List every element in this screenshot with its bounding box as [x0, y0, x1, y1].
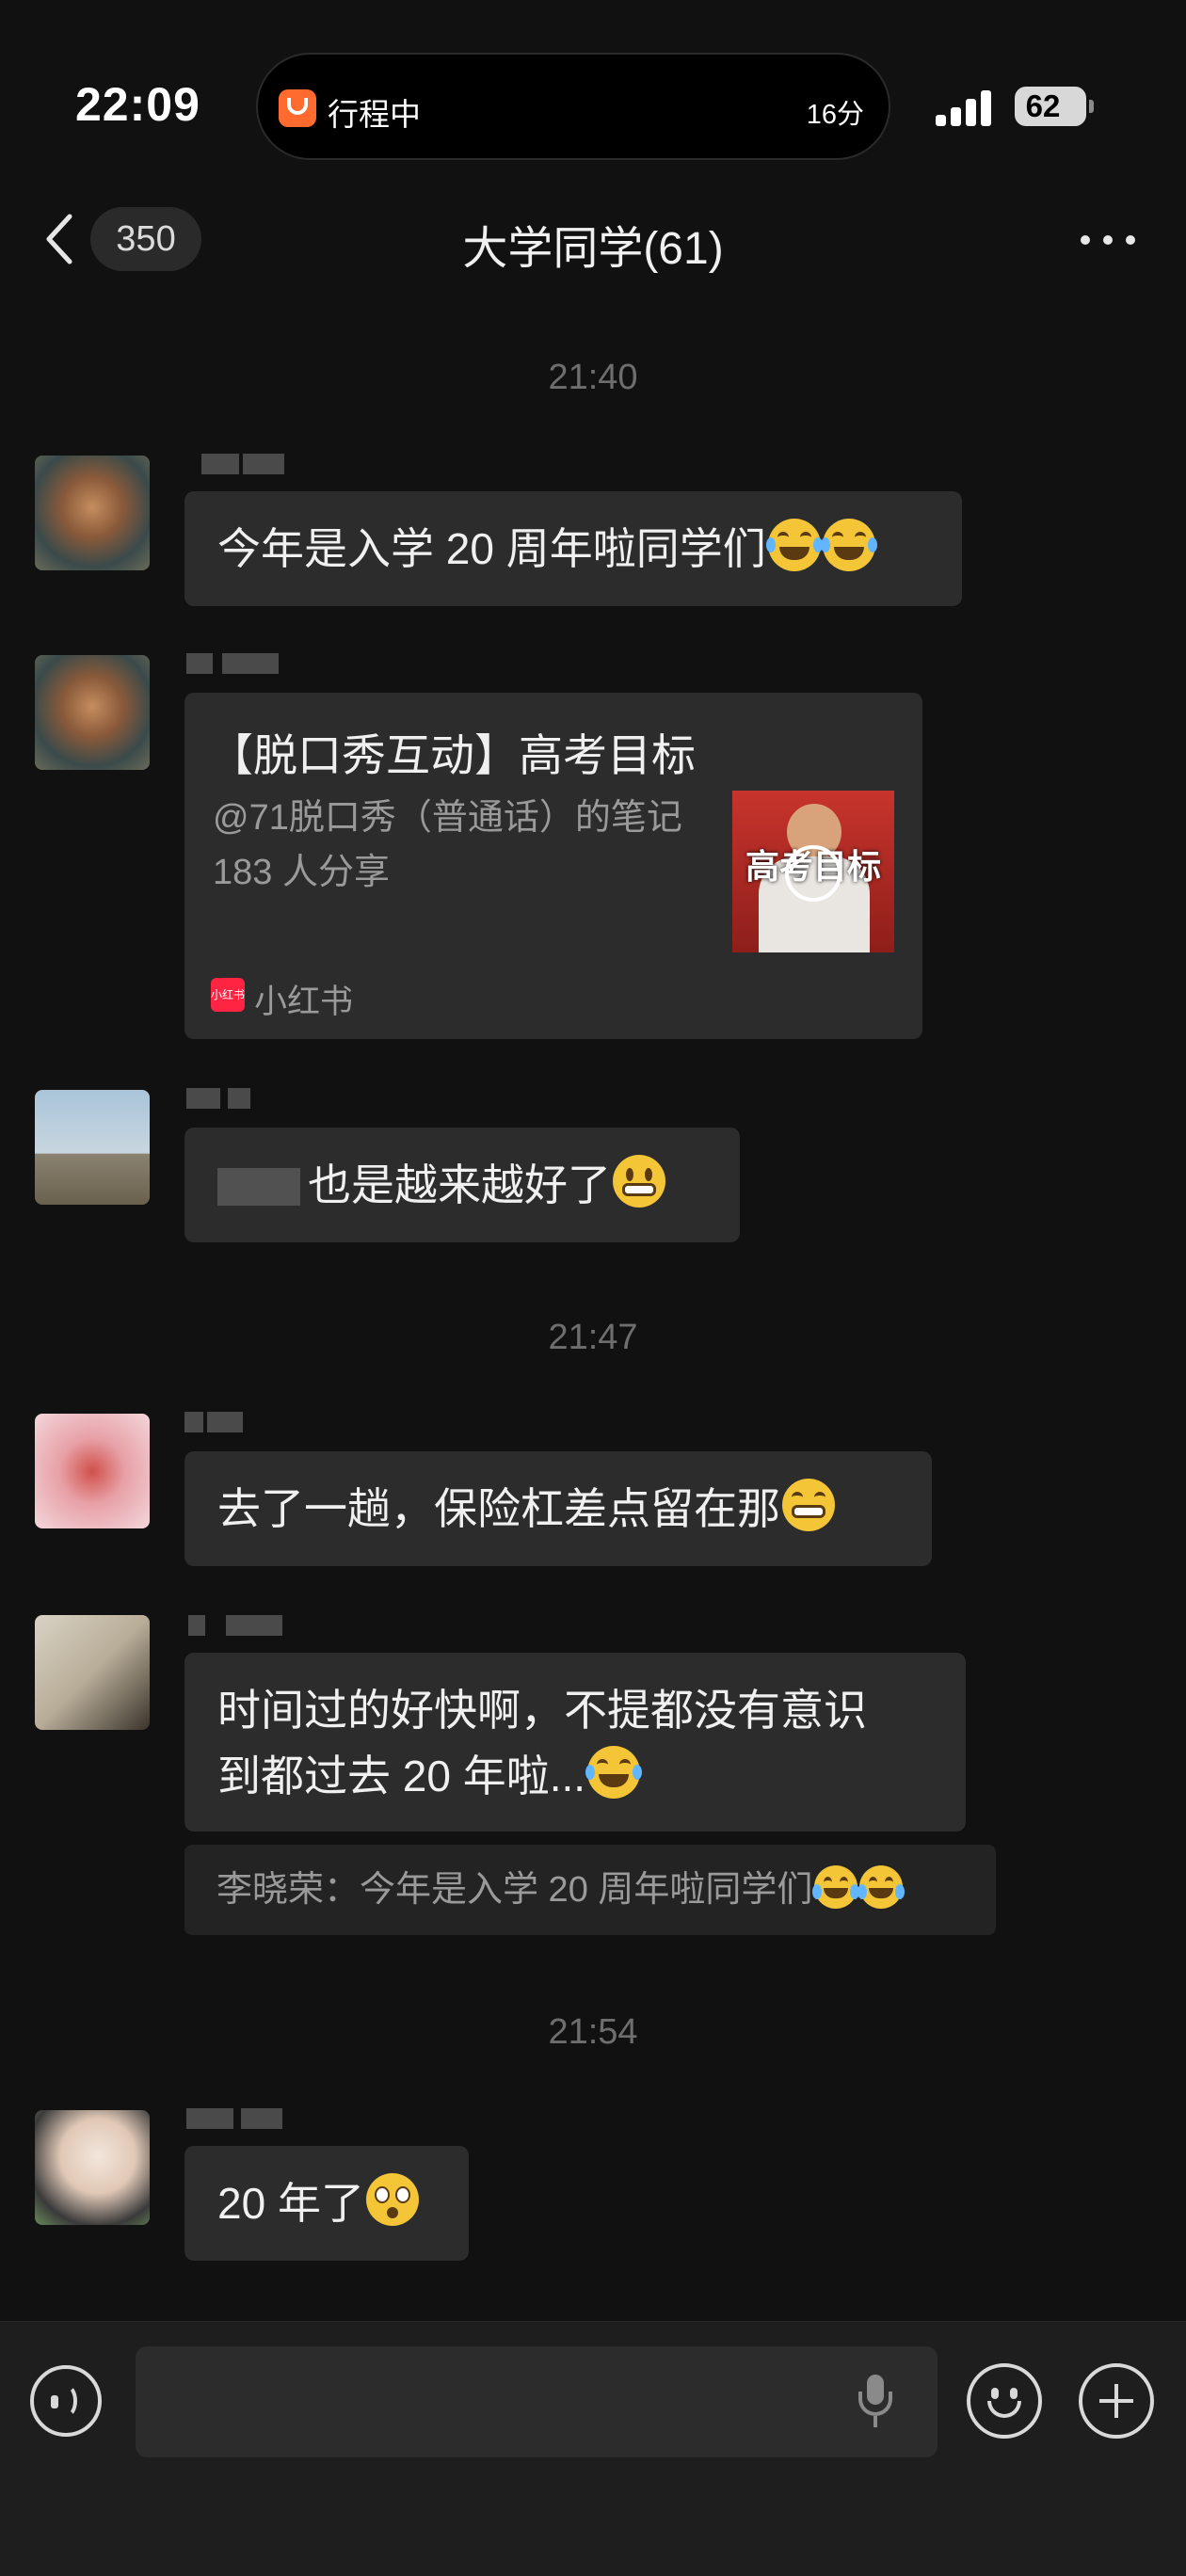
avatar[interactable]: [35, 2110, 150, 2225]
more-options-button[interactable]: [1073, 222, 1148, 256]
emoji-picker-button[interactable]: [967, 2363, 1042, 2439]
joy-emoji: [857, 1865, 906, 1909]
message-text-line: 时间过的好快啊，不提都没有意识: [217, 1686, 867, 1735]
message-bubble[interactable]: 今年是入学 20 周年啦同学们: [184, 491, 962, 606]
avatar[interactable]: [35, 1615, 150, 1730]
status-time: 22:09: [75, 78, 200, 131]
quoted-message[interactable]: 李晓荣：今年是入学 20 周年啦同学们: [184, 1845, 996, 1935]
message-text: 也是越来越好了: [308, 1160, 611, 1209]
message-text: 20 年了: [217, 2179, 364, 2228]
joy-emoji: [820, 519, 877, 571]
ride-app-icon: [279, 89, 316, 127]
avatar[interactable]: [35, 1090, 150, 1205]
message-text: 今年是入学 20 周年啦同学们: [217, 524, 766, 573]
timestamp: 21:40: [548, 358, 638, 397]
joy-emoji: [812, 1865, 860, 1909]
microphone-icon[interactable]: [857, 2375, 894, 2429]
shared-note-card[interactable]: 【脱口秀互动】高考目标 @71脱口秀（普通话）的笔记 183 人分享 高考目标 …: [184, 693, 922, 1039]
timestamp: 21:54: [548, 2012, 638, 2052]
card-shares: 183 人分享: [213, 853, 390, 892]
activity-eta: 16分: [806, 100, 864, 130]
card-thumbnail: 高考目标: [732, 791, 894, 952]
card-author: @71脱口秀（普通话）的笔记: [213, 798, 682, 838]
message-bubble[interactable]: 去了一趟，保险杠差点留在那: [184, 1451, 932, 1566]
more-actions-plus-button[interactable]: [1079, 2363, 1154, 2439]
grin-emoji: [613, 1155, 665, 1208]
message-input[interactable]: [136, 2346, 938, 2457]
voice-mode-button[interactable]: [30, 2365, 102, 2437]
chat-title: 大学同学(61): [462, 224, 724, 274]
dynamic-island-activity[interactable]: 行程中 16分: [256, 53, 890, 160]
timestamp: 21:47: [548, 1318, 638, 1357]
hand-over-mouth-emoji: [782, 1479, 835, 1531]
crying-laughing-emoji: [585, 1746, 643, 1799]
battery-level: 62: [1025, 88, 1061, 123]
message-bubble[interactable]: 20 年了: [184, 2146, 469, 2261]
avatar[interactable]: [35, 456, 150, 570]
activity-label: 行程中: [328, 97, 421, 132]
xiaohongshu-logo-icon: 小红书: [211, 978, 245, 1012]
card-title: 【脱口秀互动】高考目标: [209, 730, 696, 780]
redacted-text: [217, 1168, 300, 1206]
cellular-signal-icon: [936, 90, 992, 126]
message-bubble[interactable]: 也是越来越好了: [184, 1128, 740, 1242]
battery-icon: 62: [1015, 87, 1094, 126]
quoted-text: 李晓荣：今年是入学 20 周年啦同学们: [216, 1870, 813, 1910]
card-description: @71脱口秀（普通话）的笔记 183 人分享: [213, 791, 740, 900]
play-icon: [785, 845, 841, 902]
input-bar: [0, 2321, 1186, 2576]
card-source: 小红书: [254, 984, 354, 1020]
avatar[interactable]: [35, 1414, 150, 1528]
message-text: 去了一趟，保险杠差点留在那: [217, 1484, 780, 1533]
flushed-emoji: [365, 2173, 419, 2226]
avatar[interactable]: [35, 655, 150, 770]
joy-emoji: [765, 519, 823, 571]
message-bubble[interactable]: 时间过的好快啊，不提都没有意识 到都过去 20 年啦...: [184, 1653, 966, 1832]
message-text-line: 到都过去 20 年啦...: [217, 1752, 586, 1800]
